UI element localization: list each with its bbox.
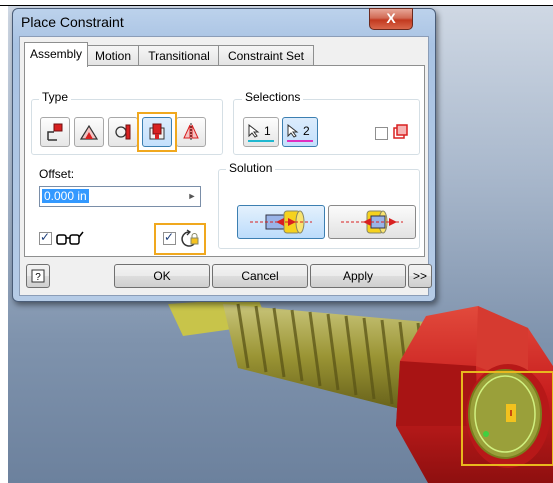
- help-button[interactable]: ?: [26, 264, 50, 288]
- svg-text:?: ?: [35, 272, 41, 283]
- dialog-client: Assembly Motion Transitional Constraint …: [19, 36, 432, 296]
- cancel-button[interactable]: Cancel: [212, 264, 308, 288]
- select-2-color-bar: [287, 140, 313, 142]
- opposed-icon: [250, 210, 312, 234]
- mate-constraint-button[interactable]: [40, 117, 70, 147]
- offset-flyout-arrow[interactable]: ►: [185, 187, 199, 205]
- pick-part-first-icon: [393, 124, 408, 139]
- more-button[interactable]: >>: [408, 264, 432, 288]
- mate-icon: [47, 123, 63, 141]
- tab-motion[interactable]: Motion: [86, 45, 140, 66]
- offset-label: Offset:: [39, 167, 75, 181]
- tangent-constraint-button[interactable]: [108, 117, 138, 147]
- symmetry-constraint-button[interactable]: [176, 117, 206, 147]
- place-constraint-dialog: Place Constraint X Assembly Motion Trans…: [12, 8, 436, 302]
- symmetry-icon: [183, 123, 199, 141]
- select-1-label: 1: [264, 124, 271, 138]
- offset-value: 0.000 in: [42, 189, 89, 203]
- aligned-icon: [341, 210, 403, 234]
- offset-input[interactable]: 0.000 in: [39, 186, 201, 207]
- arrow-cursor-icon: [248, 124, 260, 138]
- select-2-label: 2: [303, 124, 310, 138]
- select-1-color-bar: [248, 140, 274, 142]
- tangent-icon: [115, 124, 131, 140]
- apply-button[interactable]: Apply: [310, 264, 406, 288]
- solution-group-label: Solution: [226, 161, 276, 175]
- angle-constraint-button[interactable]: [74, 117, 104, 147]
- angle-icon: [79, 124, 99, 140]
- title-bar[interactable]: Place Constraint X: [13, 8, 435, 35]
- solution-opposed-button[interactable]: [237, 205, 325, 239]
- tab-constraint-set[interactable]: Constraint Set: [218, 45, 314, 66]
- dialog-title: Place Constraint: [21, 14, 124, 30]
- help-icon: ?: [31, 269, 45, 283]
- select-1-button[interactable]: 1: [243, 117, 279, 147]
- select-2-button[interactable]: 2: [282, 117, 318, 147]
- solution-aligned-button[interactable]: [328, 205, 416, 239]
- tab-transitional[interactable]: Transitional: [138, 45, 220, 66]
- close-button[interactable]: X: [369, 8, 413, 30]
- ok-button[interactable]: OK: [114, 264, 210, 288]
- selections-group-label: Selections: [242, 90, 304, 104]
- glasses-icon: [56, 231, 84, 245]
- selected-bolt-face: [468, 369, 542, 459]
- show-preview-checkbox[interactable]: [39, 230, 52, 245]
- first-occurrence-checkbox[interactable]: [375, 127, 388, 140]
- tab-assembly[interactable]: Assembly: [24, 42, 88, 67]
- insert-highlight: [137, 112, 177, 152]
- arrow-cursor-icon: [287, 124, 299, 138]
- type-group-label: Type: [39, 90, 72, 104]
- lock-rotation-highlight: [154, 223, 206, 255]
